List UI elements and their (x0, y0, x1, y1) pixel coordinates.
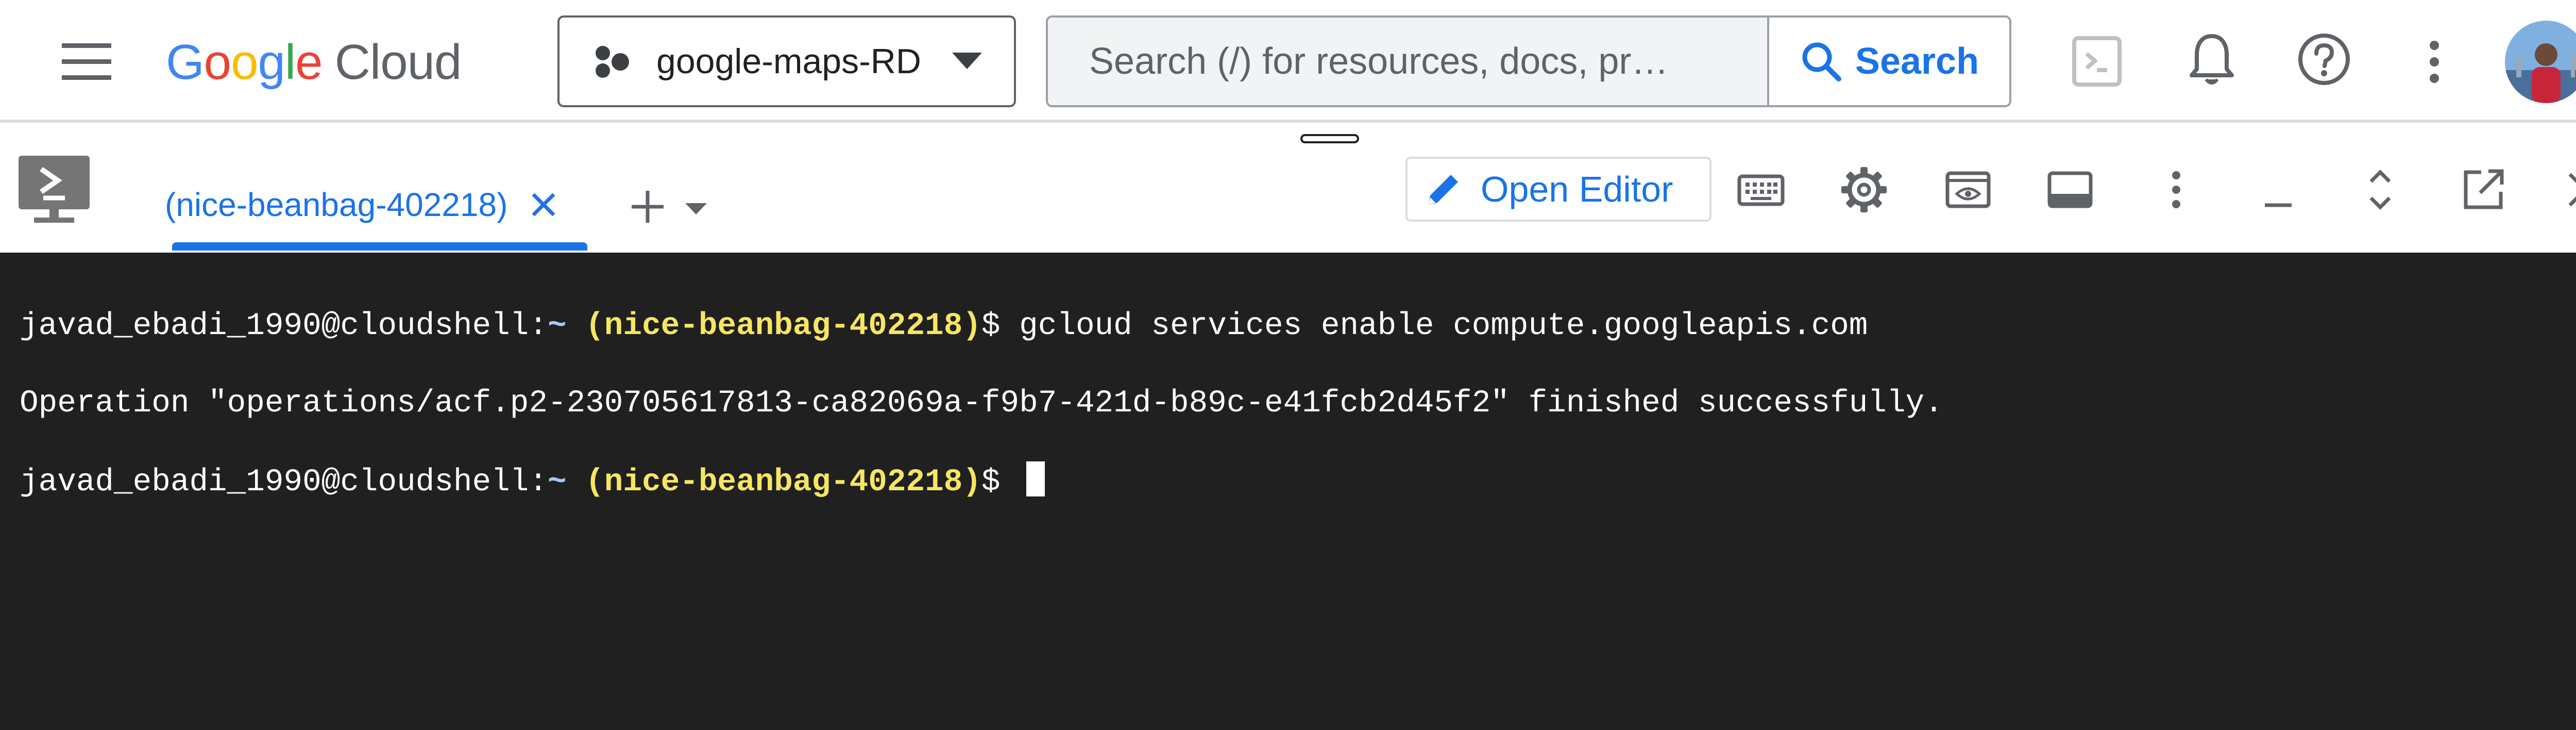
resize-handle[interactable] (1300, 134, 1359, 143)
project-picker[interactable]: google-maps-RD (557, 15, 1016, 107)
active-tab-indicator (172, 242, 587, 251)
settings-icon[interactable] (1839, 165, 1889, 214)
logo-letter: e (295, 35, 323, 90)
logo-letter: o (231, 35, 258, 90)
terminal-command: gcloud services enable compute.googleapi… (1019, 308, 1868, 344)
prompt-path: ~ (547, 308, 567, 344)
logo-cloud-word: Cloud (334, 35, 462, 90)
terminal-line: javad_ebadi_1990@cloudshell:~ (nice-bean… (20, 307, 1943, 345)
prompt-project: (nice-beanbag-402218) (585, 464, 981, 500)
pencil-icon (1423, 169, 1464, 210)
close-icon[interactable] (2561, 165, 2576, 214)
close-icon[interactable] (529, 190, 558, 219)
more-vert-icon[interactable] (2421, 36, 2447, 88)
search-button[interactable]: Search (1767, 18, 2009, 105)
prompt-project: (nice-beanbag-402218) (585, 308, 981, 344)
search-input[interactable] (1048, 18, 1767, 105)
keyboard-icon[interactable] (1736, 165, 1786, 214)
project-icon (592, 41, 634, 82)
logo-letter: o (204, 35, 231, 90)
help-icon[interactable] (2296, 31, 2352, 88)
terminal-line: Operation "operations/acf.p2-23070561781… (20, 384, 1943, 423)
tab-label: (nice-beanbag-402218) (165, 186, 508, 223)
new-window-icon[interactable] (2459, 165, 2508, 214)
minimize-icon[interactable] (2253, 165, 2303, 214)
search-bar: Search (1046, 15, 2011, 107)
project-name: google-maps-RD (656, 42, 921, 81)
cloud-shell-icon[interactable] (2070, 33, 2124, 90)
prompt-user: javad_ebadi_1990@cloudshell: (20, 464, 548, 500)
tab-nice-beanbag[interactable]: (nice-beanbag-402218) (165, 186, 558, 224)
google-cloud-logo[interactable]: Google Cloud (166, 29, 462, 96)
logo-letter: l (284, 35, 296, 90)
more-vert-icon[interactable] (2151, 165, 2201, 214)
prompt-symbol: $ (981, 308, 1020, 344)
logo-letter: G (166, 35, 205, 90)
prompt-user: javad_ebadi_1990@cloudshell: (20, 308, 548, 344)
open-editor-label: Open Editor (1481, 169, 1673, 209)
prompt-symbol: $ (981, 464, 1020, 500)
terminal-output-text: Operation "operations/acf.p2-23070561781… (20, 386, 1943, 421)
add-tab-icon[interactable] (630, 189, 666, 225)
chevron-down-icon[interactable] (684, 202, 708, 215)
search-icon (1802, 42, 1841, 81)
bell-icon[interactable] (2187, 30, 2237, 89)
menu-icon[interactable] (57, 36, 118, 88)
logo-letter: g (258, 35, 285, 90)
cloud-shell-logo-icon (15, 154, 93, 226)
avatar[interactable] (2505, 21, 2576, 103)
prompt-path: ~ (547, 464, 567, 500)
terminal[interactable]: javad_ebadi_1990@cloudshell:~ (nice-bean… (0, 253, 2576, 730)
open-editor-button[interactable]: Open Editor (1405, 157, 1711, 222)
chevron-down-icon (949, 48, 985, 74)
top-header: Google Cloud google-maps-RD Search (0, 0, 2576, 123)
terminal-output: javad_ebadi_1990@cloudshell:~ (nice-bean… (20, 268, 1943, 579)
terminal-line: javad_ebadi_1990@cloudshell:~ (nice-bean… (20, 461, 1943, 502)
layout-icon[interactable] (2045, 165, 2095, 214)
restore-icon[interactable] (2355, 165, 2405, 214)
web-preview-icon[interactable] (1943, 165, 1993, 214)
terminal-cursor[interactable] (1026, 461, 1045, 496)
search-button-label: Search (1855, 41, 1979, 82)
